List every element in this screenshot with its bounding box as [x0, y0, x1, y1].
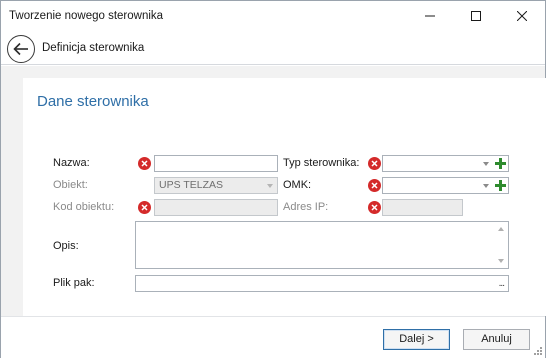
plik-pak-input[interactable]: ... — [135, 275, 509, 292]
wizard-header: Definicja sterownika — [1, 31, 545, 65]
adres-ip-label: Adres IP: — [283, 201, 329, 213]
scroll-up-icon[interactable] — [498, 227, 504, 231]
obiekt-select: UPS TELZAS — [154, 177, 278, 194]
obiekt-label: Obiekt: — [53, 179, 88, 191]
error-icon — [138, 157, 151, 170]
nazwa-input[interactable] — [154, 155, 278, 172]
minimize-icon — [425, 15, 435, 17]
section-title: Dane sterownika — [37, 93, 149, 110]
nazwa-label: Nazwa: — [53, 157, 90, 169]
back-button[interactable] — [7, 35, 35, 63]
content-area: Dane sterownika Nazwa: Typ sterownika: O… — [1, 66, 546, 316]
typ-sterownika-select[interactable] — [382, 155, 509, 172]
kod-obiektu-label: Kod obiektu: — [53, 201, 115, 213]
scroll-down-icon[interactable] — [498, 259, 504, 263]
typ-sterownika-label: Typ sterownika: — [283, 157, 360, 169]
close-icon — [517, 11, 527, 21]
window-title: Tworzenie nowego sterownika — [9, 10, 164, 22]
chevron-down-icon — [483, 162, 489, 166]
resize-grip-icon[interactable] — [533, 346, 543, 356]
arrow-left-icon — [13, 42, 28, 56]
error-icon — [368, 157, 381, 170]
add-typ-sterownika-icon[interactable] — [495, 158, 506, 169]
error-icon — [368, 201, 381, 214]
kod-obiektu-input — [154, 199, 278, 216]
maximize-button[interactable] — [453, 1, 499, 31]
close-button[interactable] — [499, 1, 545, 31]
next-button[interactable]: Dalej > — [383, 329, 450, 350]
browse-file-button[interactable]: ... — [499, 276, 505, 291]
obiekt-value: UPS TELZAS — [159, 179, 223, 191]
maximize-icon — [471, 11, 481, 21]
error-icon — [138, 201, 151, 214]
opis-textarea[interactable] — [135, 221, 509, 269]
adres-ip-input — [382, 199, 463, 216]
dialog-footer: Dalej > Anuluj — [1, 316, 545, 358]
opis-label: Opis: — [53, 240, 79, 252]
chevron-down-icon — [483, 184, 489, 188]
omk-select[interactable] — [382, 177, 509, 194]
wizard-step-title: Definicja sterownika — [42, 42, 145, 54]
minimize-button[interactable] — [407, 1, 453, 31]
chevron-down-icon — [267, 184, 273, 188]
dialog-window: Tworzenie nowego sterownika Definicja st… — [0, 0, 546, 358]
title-bar: Tworzenie nowego sterownika — [1, 1, 545, 31]
form-panel: Dane sterownika Nazwa: Typ sterownika: O… — [23, 78, 546, 316]
omk-label: OMK: — [283, 179, 312, 191]
plik-pak-label: Plik pak: — [53, 277, 95, 289]
cancel-button[interactable]: Anuluj — [463, 329, 530, 350]
opis-scrollbar[interactable] — [494, 223, 507, 267]
add-omk-icon[interactable] — [495, 180, 506, 191]
error-icon — [368, 179, 381, 192]
